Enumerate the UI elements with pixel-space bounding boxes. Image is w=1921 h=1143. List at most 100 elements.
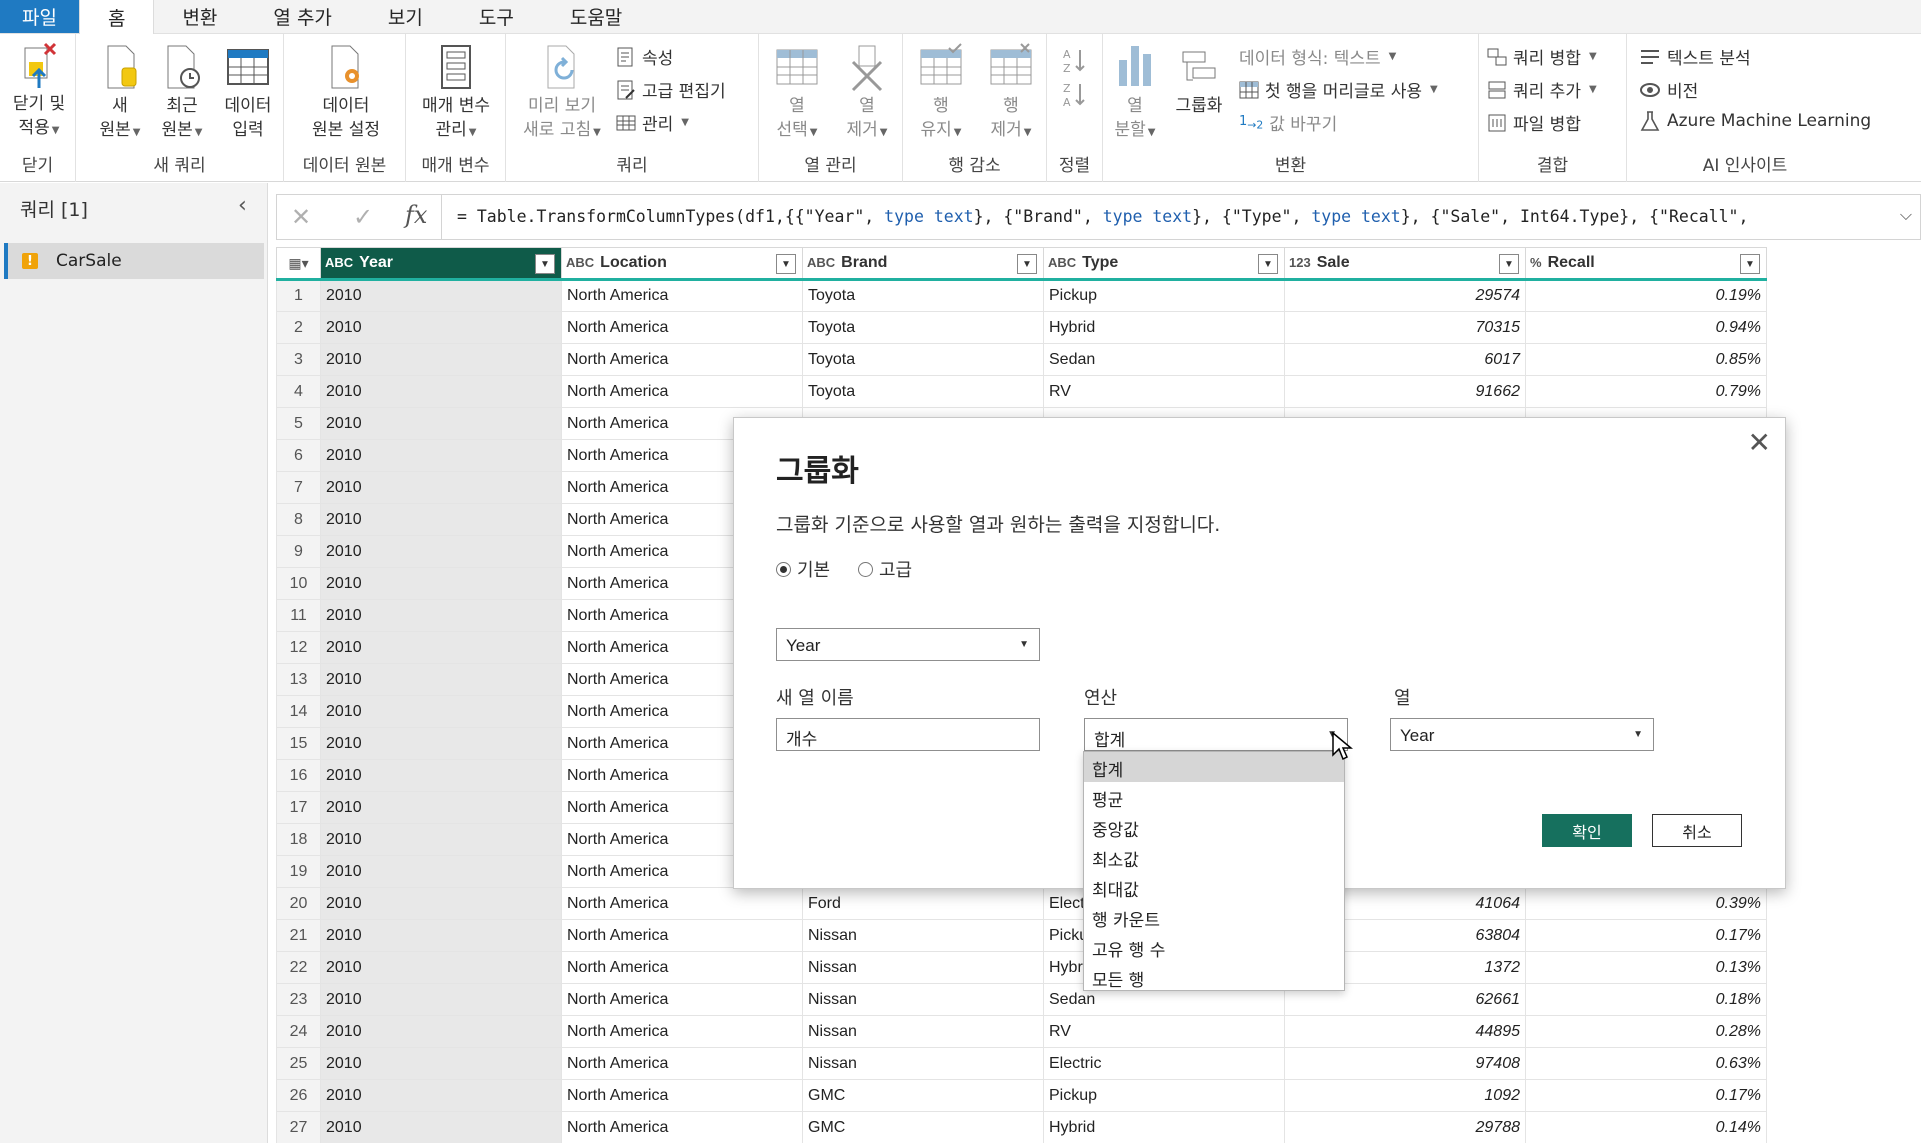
table-cell[interactable]: 29574 — [1284, 279, 1526, 312]
table-cell[interactable]: 0.94% — [1525, 311, 1767, 344]
operation-option[interactable]: 평균 — [1084, 782, 1344, 812]
table-cell[interactable]: 2010 — [320, 823, 562, 856]
tab-5[interactable]: 도구 — [451, 0, 542, 33]
enter-data-button[interactable]: 데이터 입력 — [216, 42, 280, 142]
radio-basic[interactable]: 기본 — [776, 556, 830, 582]
table-cell[interactable]: North America — [561, 919, 803, 952]
sort-ascending-button[interactable]: AZ — [1061, 46, 1087, 74]
table-cell[interactable]: 2010 — [320, 983, 562, 1016]
group-by-column-select[interactable]: Year ▼ — [776, 628, 1040, 661]
table-cell[interactable]: GMC — [802, 1079, 1044, 1112]
table-cell[interactable]: 91662 — [1284, 375, 1526, 408]
table-cell[interactable]: Toyota — [802, 375, 1044, 408]
collapse-pane-icon[interactable]: ‹ — [238, 193, 247, 218]
text-analytics-button[interactable]: 텍스트 분석 — [1639, 44, 1751, 69]
radio-advanced-dot[interactable] — [858, 561, 873, 577]
filter-dropdown-icon[interactable]: ▼ — [1499, 254, 1519, 274]
cancel-button[interactable]: 취소 — [1652, 814, 1742, 847]
table-cell[interactable]: 2010 — [320, 599, 562, 632]
operation-option[interactable]: 고유 행 수 — [1084, 932, 1344, 962]
operation-select[interactable]: 합계 ▼ — [1084, 718, 1348, 751]
operation-option[interactable]: 합계 — [1084, 752, 1344, 782]
table-cell[interactable]: 0.28% — [1525, 1015, 1767, 1048]
table-cell[interactable]: 2010 — [320, 727, 562, 760]
table-cell[interactable]: 2010 — [320, 1111, 562, 1143]
choose-columns-button[interactable]: 열 선택 ▼ — [765, 42, 829, 145]
table-cell[interactable]: 0.39% — [1525, 887, 1767, 920]
append-queries-button[interactable]: 쿼리 추가 ▼ — [1487, 77, 1597, 102]
azure-ml-button[interactable]: Azure Machine Learning — [1639, 110, 1871, 132]
combine-files-button[interactable]: 파일 병합 — [1487, 110, 1581, 135]
manage-parameters-button[interactable]: 매개 변수 관리 ▼ — [410, 42, 502, 145]
table-cell[interactable]: North America — [561, 1111, 803, 1143]
table-cell[interactable]: 2010 — [320, 343, 562, 376]
table-cell[interactable]: 2010 — [320, 471, 562, 504]
table-cell[interactable]: 2010 — [320, 695, 562, 728]
replace-values-button[interactable]: 1→2 값 바꾸기 — [1239, 110, 1337, 135]
tab-3[interactable]: 열 추가 — [245, 0, 359, 33]
group-by-button[interactable]: 그룹화 — [1167, 42, 1231, 118]
table-cell[interactable]: North America — [561, 1047, 803, 1080]
table-cell[interactable]: 0.63% — [1525, 1047, 1767, 1080]
operation-option[interactable]: 최대값 — [1084, 872, 1344, 902]
table-cell[interactable]: 2010 — [320, 951, 562, 984]
table-cell[interactable]: Pickup — [1043, 279, 1285, 312]
table-cell[interactable]: 0.79% — [1525, 375, 1767, 408]
table-cell[interactable]: 2010 — [320, 407, 562, 440]
table-cell[interactable]: North America — [561, 375, 803, 408]
expand-formula-icon[interactable]: ⌵ — [1900, 205, 1912, 225]
filter-dropdown-icon[interactable]: ▼ — [776, 254, 796, 274]
table-cell[interactable]: 2010 — [320, 663, 562, 696]
table-cell[interactable]: 0.13% — [1525, 951, 1767, 984]
refresh-preview-button[interactable]: 미리 보기 새로 고침 ▼ — [512, 42, 612, 145]
table-cell[interactable]: 29788 — [1284, 1111, 1526, 1143]
confirm-formula-icon[interactable]: ✓ — [353, 203, 373, 231]
column-header-recall[interactable]: % Recall ▼ — [1525, 247, 1767, 281]
table-cell[interactable]: Nissan — [802, 919, 1044, 952]
tab-1[interactable]: 홈 — [78, 0, 155, 35]
column-header-location[interactable]: ABC Location ▼ — [561, 247, 803, 281]
table-cell[interactable]: 2010 — [320, 855, 562, 888]
operation-option[interactable]: 최소값 — [1084, 842, 1344, 872]
split-column-button[interactable]: 열 분할 ▼ — [1107, 42, 1163, 145]
table-cell[interactable]: Nissan — [802, 1047, 1044, 1080]
table-cell[interactable]: Toyota — [802, 279, 1044, 312]
radio-advanced[interactable]: 고급 — [858, 556, 912, 582]
table-cell[interactable]: Hybrid — [1043, 1111, 1285, 1143]
table-cell[interactable]: 2010 — [320, 1015, 562, 1048]
table-menu-icon[interactable]: ▦▾ — [276, 247, 321, 281]
table-cell[interactable]: North America — [561, 887, 803, 920]
ok-button[interactable]: 확인 — [1542, 814, 1632, 847]
table-cell[interactable]: GMC — [802, 1111, 1044, 1143]
table-cell[interactable]: 0.17% — [1525, 919, 1767, 952]
operation-option[interactable]: 중앙값 — [1084, 812, 1344, 842]
table-cell[interactable]: 97408 — [1284, 1047, 1526, 1080]
table-cell[interactable]: 0.85% — [1525, 343, 1767, 376]
column-select[interactable]: Year ▼ — [1390, 718, 1654, 751]
table-cell[interactable]: 44895 — [1284, 1015, 1526, 1048]
filter-dropdown-icon[interactable]: ▼ — [1017, 254, 1037, 274]
table-cell[interactable]: Pickup — [1043, 1079, 1285, 1112]
table-cell[interactable]: 2010 — [320, 375, 562, 408]
table-cell[interactable]: North America — [561, 279, 803, 312]
table-cell[interactable]: Ford — [802, 887, 1044, 920]
first-row-header-button[interactable]: 첫 행을 머리글로 사용 ▼ — [1239, 77, 1438, 102]
properties-button[interactable]: 속성 — [616, 44, 673, 69]
cancel-formula-icon[interactable]: ✕ — [291, 203, 311, 231]
table-cell[interactable]: 6017 — [1284, 343, 1526, 376]
new-source-button[interactable]: 새 원본 ▼ — [92, 42, 148, 145]
table-cell[interactable]: Nissan — [802, 951, 1044, 984]
table-cell[interactable]: Hybrid — [1043, 311, 1285, 344]
table-cell[interactable]: 0.18% — [1525, 983, 1767, 1016]
table-cell[interactable]: Electric — [1043, 1047, 1285, 1080]
table-cell[interactable]: 1092 — [1284, 1079, 1526, 1112]
table-cell[interactable]: 0.19% — [1525, 279, 1767, 312]
data-source-settings-button[interactable]: 데이터 원본 설정 — [294, 42, 398, 142]
remove-columns-button[interactable]: 열 제거 ▼ — [835, 42, 899, 145]
recent-source-button[interactable]: 최근 원본 ▼ — [154, 42, 210, 145]
table-cell[interactable]: 70315 — [1284, 311, 1526, 344]
table-cell[interactable]: Toyota — [802, 311, 1044, 344]
column-header-brand[interactable]: ABC Brand ▼ — [802, 247, 1044, 281]
keep-rows-button[interactable]: 행 유지 ▼ — [909, 42, 973, 145]
table-cell[interactable]: 2010 — [320, 791, 562, 824]
